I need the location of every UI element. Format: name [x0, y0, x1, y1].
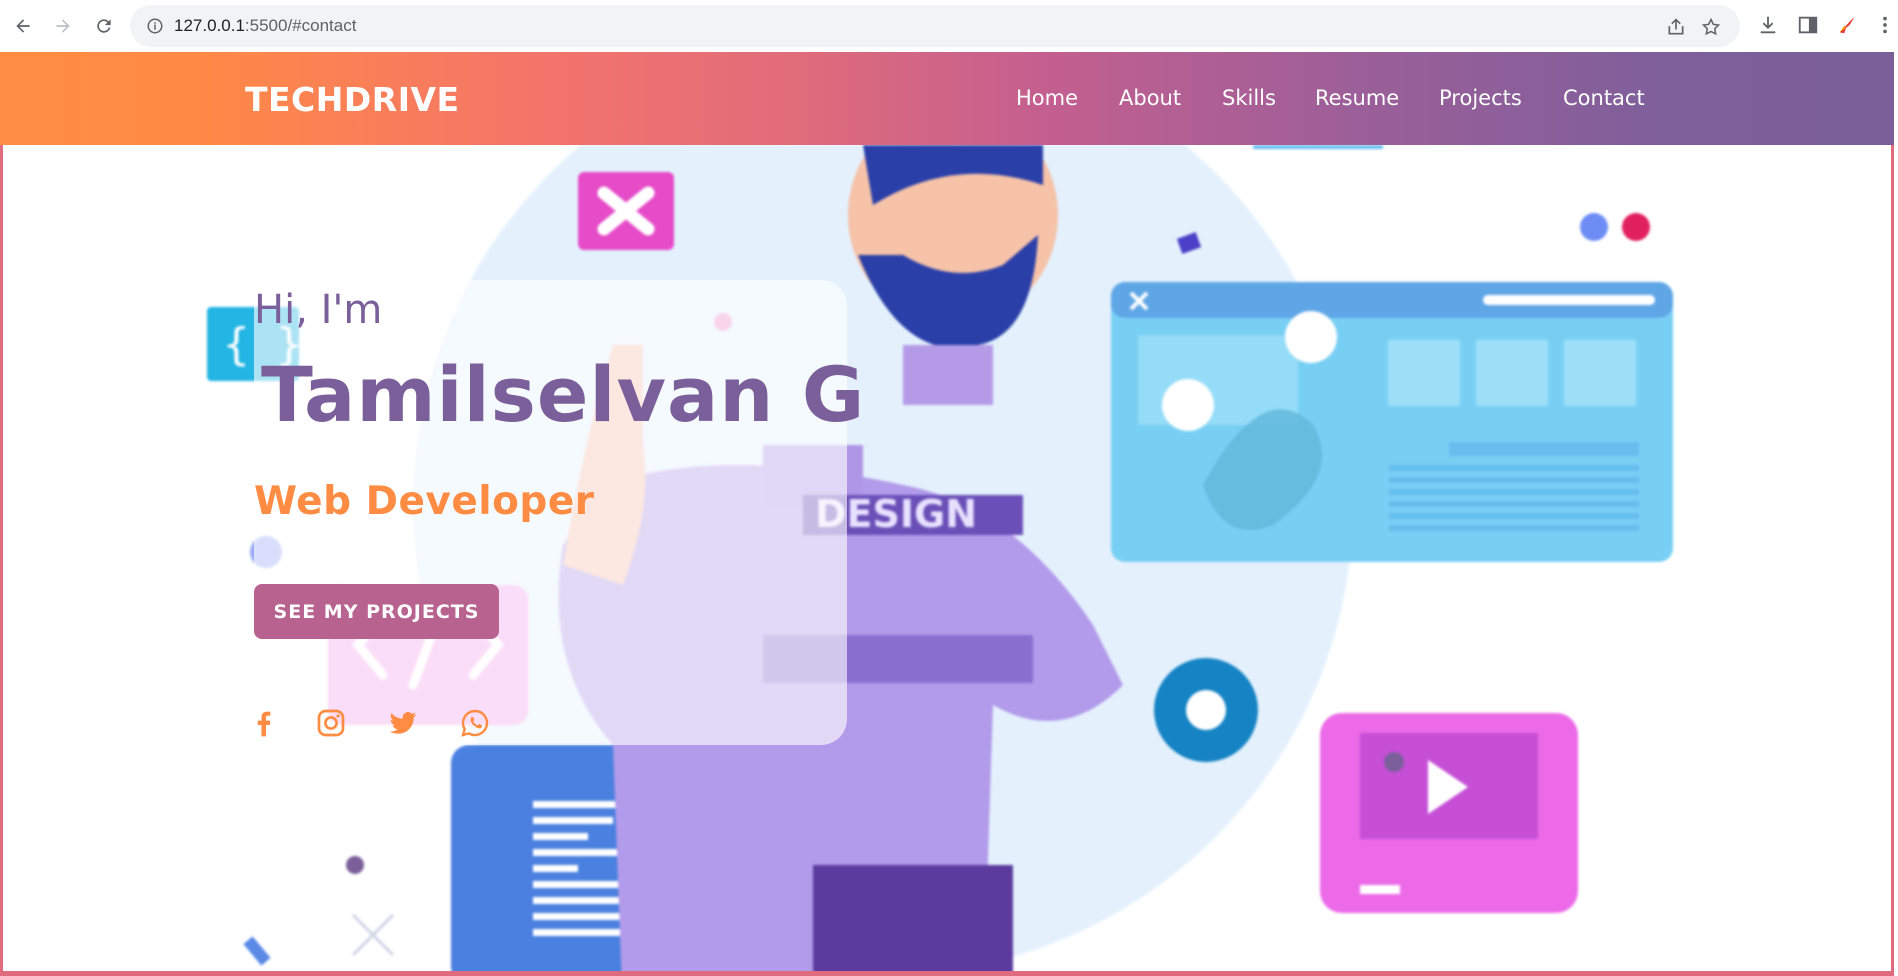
extension-icon[interactable] [1836, 14, 1858, 36]
main-nav: Home About Skills Resume Projects Contac… [0, 86, 1894, 116]
forward-icon[interactable] [51, 14, 75, 38]
twitter-icon[interactable] [386, 706, 420, 740]
hero-section: { } DESIGN [0, 145, 1894, 976]
share-icon[interactable] [1666, 17, 1686, 37]
nav-home[interactable]: Home [1016, 86, 1078, 110]
more-menu-icon[interactable] [1878, 14, 1892, 36]
site-header: TECHDRIVE Home About Skills Resume Proje… [0, 52, 1894, 145]
site-info-icon[interactable] [146, 17, 164, 35]
nav-contact[interactable]: Contact [1563, 86, 1645, 110]
instagram-icon[interactable] [314, 706, 348, 740]
hero-role: Web Developer [254, 479, 595, 524]
hero-greeting: Hi, I'm [254, 287, 383, 333]
nav-about[interactable]: About [1119, 86, 1181, 110]
back-icon[interactable] [11, 14, 35, 38]
url-text[interactable]: 127.0.0.1:5500/#contact [174, 16, 356, 36]
nav-resume[interactable]: Resume [1315, 86, 1399, 110]
browser-toolbar: 127.0.0.1:5500/#contact [0, 0, 1898, 52]
address-bar[interactable]: 127.0.0.1:5500/#contact [130, 5, 1740, 47]
nav-skills[interactable]: Skills [1222, 86, 1276, 110]
url-path: :5500/#contact [244, 16, 357, 35]
facebook-icon[interactable] [247, 706, 281, 740]
whatsapp-icon[interactable] [458, 706, 492, 740]
nav-projects[interactable]: Projects [1439, 86, 1522, 110]
reload-icon[interactable] [92, 14, 116, 38]
url-host: 127.0.0.1 [174, 16, 245, 35]
bookmark-star-icon[interactable] [1701, 17, 1721, 37]
download-icon[interactable] [1757, 14, 1779, 36]
see-my-projects-button[interactable]: SEE MY PROJECTS [254, 584, 499, 639]
hero-name: Tamilselvan G [261, 350, 866, 439]
side-panel-icon[interactable] [1797, 14, 1819, 36]
